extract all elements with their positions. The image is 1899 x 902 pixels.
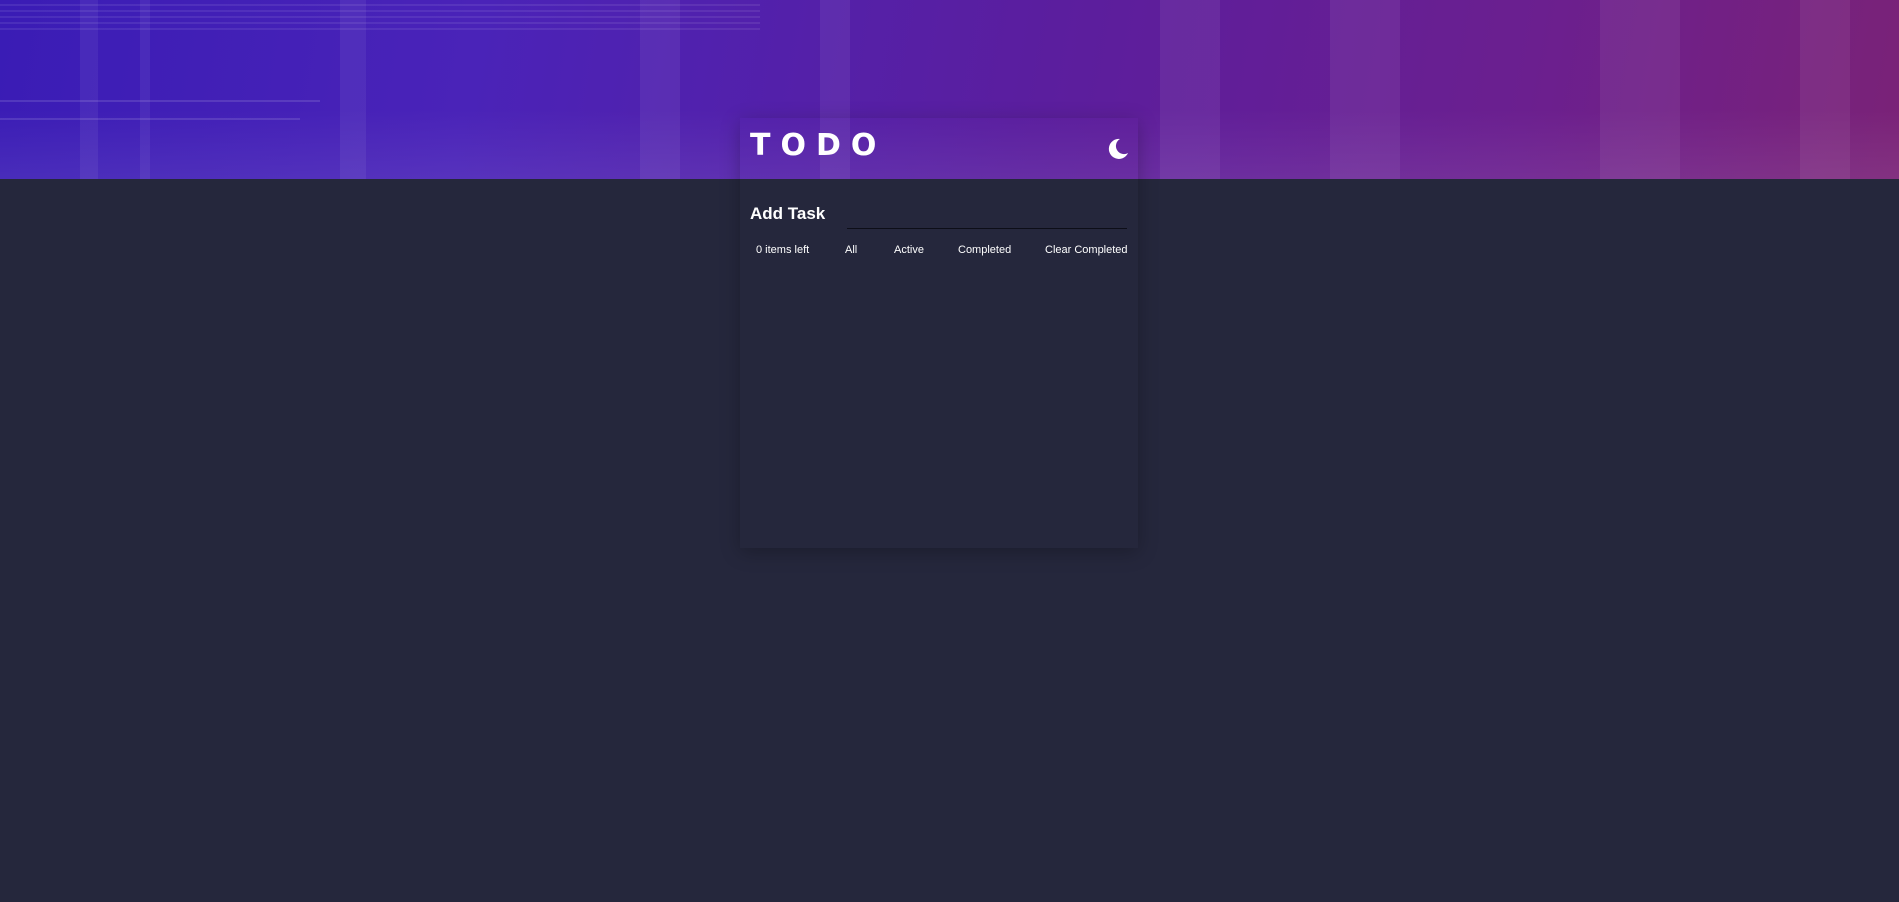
todo-panel: TODO Add Task 0 items left All Active Co… [740,118,1138,548]
add-task-form: Add Task [750,204,1128,234]
filter-all-button[interactable]: All [845,244,857,256]
add-task-label: Add Task [750,204,826,223]
add-task-input[interactable] [847,204,1127,229]
items-left-count: 0 items left [756,244,810,256]
rail-decoration [0,100,320,102]
filter-active-button[interactable]: Active [894,244,924,256]
app-title: TODO [750,128,887,163]
filter-completed-button[interactable]: Completed [958,244,1011,256]
clear-completed-button[interactable]: Clear Completed [1045,244,1128,256]
theme-toggle-button[interactable] [1104,136,1130,162]
moon-icon [1108,138,1128,159]
